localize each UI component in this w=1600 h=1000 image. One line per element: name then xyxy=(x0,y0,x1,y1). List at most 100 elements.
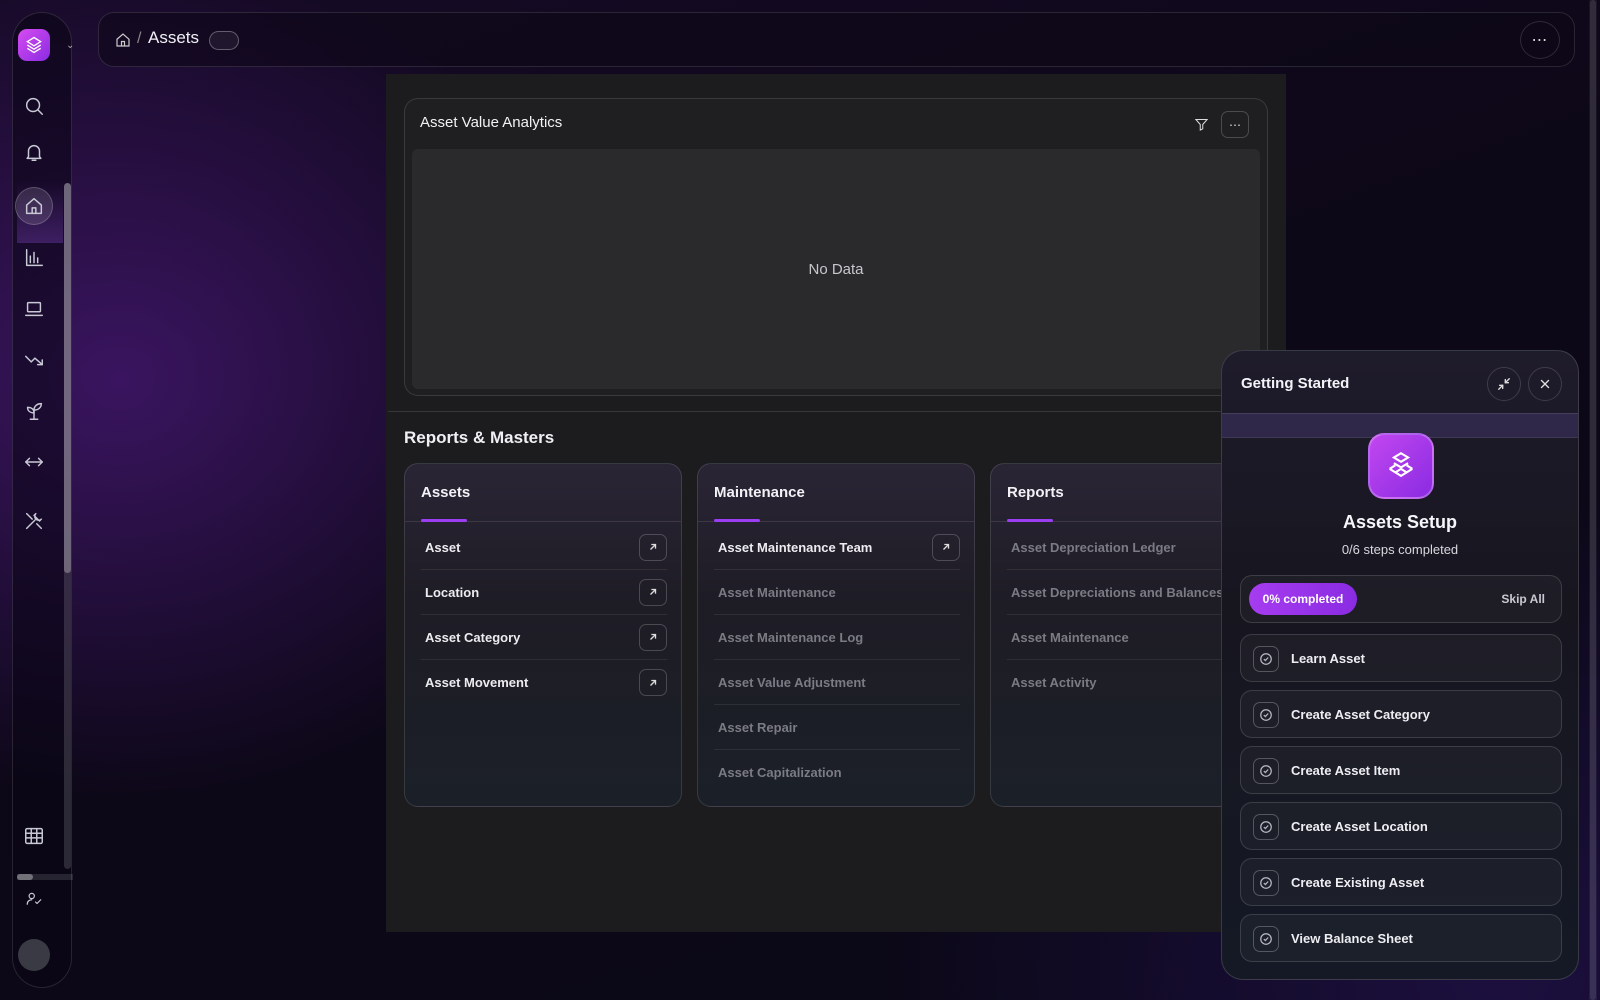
task-item[interactable]: Learn Asset xyxy=(1240,634,1562,682)
home-icon[interactable] xyxy=(114,31,132,49)
bar-chart-icon xyxy=(25,249,43,267)
avatar[interactable] xyxy=(18,939,50,971)
sidebar-item-users[interactable] xyxy=(15,880,53,918)
chart-more-button[interactable]: ⋯ xyxy=(1221,111,1249,138)
open-link-button[interactable] xyxy=(932,533,960,561)
stack-logo-icon xyxy=(26,36,42,54)
tools-icon xyxy=(25,512,43,530)
list-item[interactable]: Asset Category xyxy=(421,615,667,660)
list-item-label: Asset Maintenance Log xyxy=(718,629,864,645)
task-label: Create Existing Asset xyxy=(1291,875,1425,890)
card-title: Assets xyxy=(421,484,471,501)
bell-icon xyxy=(26,144,42,161)
chevron-down-icon[interactable]: ⌄ xyxy=(66,40,74,51)
sidebar-item-devices[interactable] xyxy=(15,290,53,328)
check-circle-icon xyxy=(1253,870,1279,896)
more-options-button[interactable]: ⋯ xyxy=(1520,21,1560,59)
more-horizontal-icon: ⋯ xyxy=(1229,117,1241,132)
tab-underline xyxy=(714,519,760,522)
minimize-button[interactable] xyxy=(1487,367,1521,401)
search-button[interactable] xyxy=(15,87,53,125)
check-circle-icon xyxy=(1253,702,1279,728)
home-icon xyxy=(25,197,43,215)
open-link-button[interactable] xyxy=(639,578,667,606)
card-header: Assets xyxy=(405,464,681,522)
assets-card: Assets Asset Location Asset Category Ass… xyxy=(404,463,682,807)
laptop-icon xyxy=(25,301,43,317)
list-item-label: Asset Maintenance Team xyxy=(718,539,873,555)
sidebar-item-tables[interactable] xyxy=(15,817,53,855)
arrow-up-right-icon xyxy=(650,588,657,595)
list-item-label: Asset Category xyxy=(425,629,521,645)
setup-title: Assets Setup xyxy=(1342,512,1458,532)
task-item[interactable]: View Balance Sheet xyxy=(1240,914,1562,962)
list-item-label: Asset Depreciation Ledger xyxy=(1011,539,1176,555)
page-scrollbar[interactable] xyxy=(1589,0,1597,1000)
list-item-label: Asset Capitalization xyxy=(718,765,842,780)
task-item[interactable]: Create Existing Asset xyxy=(1240,858,1562,906)
arrow-up-right-icon xyxy=(650,679,657,686)
more-horizontal-icon: ⋯ xyxy=(1531,32,1549,49)
filter-icon xyxy=(1194,119,1208,131)
task-item[interactable]: Create Asset Location xyxy=(1240,802,1562,850)
list-item[interactable]: Location xyxy=(421,570,667,615)
sidebar-hscrollbar[interactable] xyxy=(17,874,73,880)
close-button[interactable] xyxy=(1528,367,1562,401)
assets-app-icon xyxy=(1368,433,1434,499)
notifications-button[interactable] xyxy=(15,133,53,171)
card-title: Reports xyxy=(1007,484,1064,501)
open-link-button[interactable] xyxy=(639,669,667,696)
sidebar-scroll-thumb[interactable] xyxy=(64,183,71,573)
plant-icon xyxy=(26,402,43,420)
app-logo[interactable] xyxy=(18,29,50,61)
card-title: Maintenance xyxy=(714,484,805,501)
progress-bar: 0% completed Skip All xyxy=(1240,575,1562,623)
arrow-up-right-icon xyxy=(650,633,657,640)
getting-started-panel: Getting Started Assets Setup 0/6 steps c… xyxy=(1221,350,1579,980)
sidebar-item-growth[interactable] xyxy=(15,392,53,430)
table-icon xyxy=(25,827,43,845)
list-item[interactable]: Asset xyxy=(421,525,667,570)
list-item: Asset Maintenance xyxy=(714,570,960,615)
task-label: Create Asset Item xyxy=(1291,763,1401,778)
task-item[interactable]: Create Asset Category xyxy=(1240,690,1562,738)
list-item: Asset Maintenance Log xyxy=(714,615,960,660)
arrow-up-right-icon xyxy=(650,543,657,550)
sidebar: ⌄ xyxy=(12,12,74,988)
top-bar: / Assets ⋯ xyxy=(98,12,1575,67)
page-scroll-thumb[interactable] xyxy=(1590,0,1596,1000)
check-circle-icon xyxy=(1253,814,1279,840)
user-check-icon xyxy=(26,892,42,905)
toggle-switch[interactable] xyxy=(209,31,239,50)
list-item[interactable]: Asset Movement xyxy=(421,660,667,705)
task-label: View Balance Sheet xyxy=(1291,931,1413,946)
tab-underline xyxy=(1007,519,1053,522)
open-link-button[interactable] xyxy=(639,533,667,561)
close-icon xyxy=(1540,379,1550,389)
sidebar-scrollbar[interactable] xyxy=(64,183,71,869)
chart-area: No Data xyxy=(412,149,1260,389)
stack-icon xyxy=(1389,452,1413,478)
sidebar-item-home[interactable] xyxy=(15,187,53,225)
task-item[interactable]: Create Asset Item xyxy=(1240,746,1562,794)
skip-all-button[interactable]: Skip All xyxy=(1501,592,1545,606)
panel-title: Getting Started xyxy=(1241,375,1350,392)
open-link-button[interactable] xyxy=(639,623,667,651)
maintenance-card: Maintenance Asset Maintenance Team Asset… xyxy=(697,463,975,807)
sidebar-hscroll-thumb[interactable] xyxy=(17,874,33,880)
sidebar-item-depreciation[interactable] xyxy=(15,341,53,379)
task-label: Learn Asset xyxy=(1291,651,1365,666)
list-item-label: Location xyxy=(425,584,480,600)
list-item-label: Asset Maintenance xyxy=(718,584,836,600)
main-content: Asset Value Analytics ⋯ No Data Reports … xyxy=(386,74,1286,932)
minimize-icon xyxy=(1498,378,1510,390)
list-item[interactable]: Asset Maintenance Team xyxy=(714,525,960,570)
sidebar-item-transfer[interactable] xyxy=(15,443,53,481)
list-item-label: Asset Depreciations and Balances xyxy=(1011,584,1224,600)
sidebar-item-tools[interactable] xyxy=(15,502,53,540)
check-circle-icon xyxy=(1253,926,1279,952)
list-item-label: Asset Maintenance xyxy=(1011,629,1129,645)
sidebar-item-reports[interactable] xyxy=(15,239,53,277)
filter-button[interactable] xyxy=(1187,111,1215,138)
steps-completed-text: 0/6 steps completed xyxy=(1341,542,1459,557)
